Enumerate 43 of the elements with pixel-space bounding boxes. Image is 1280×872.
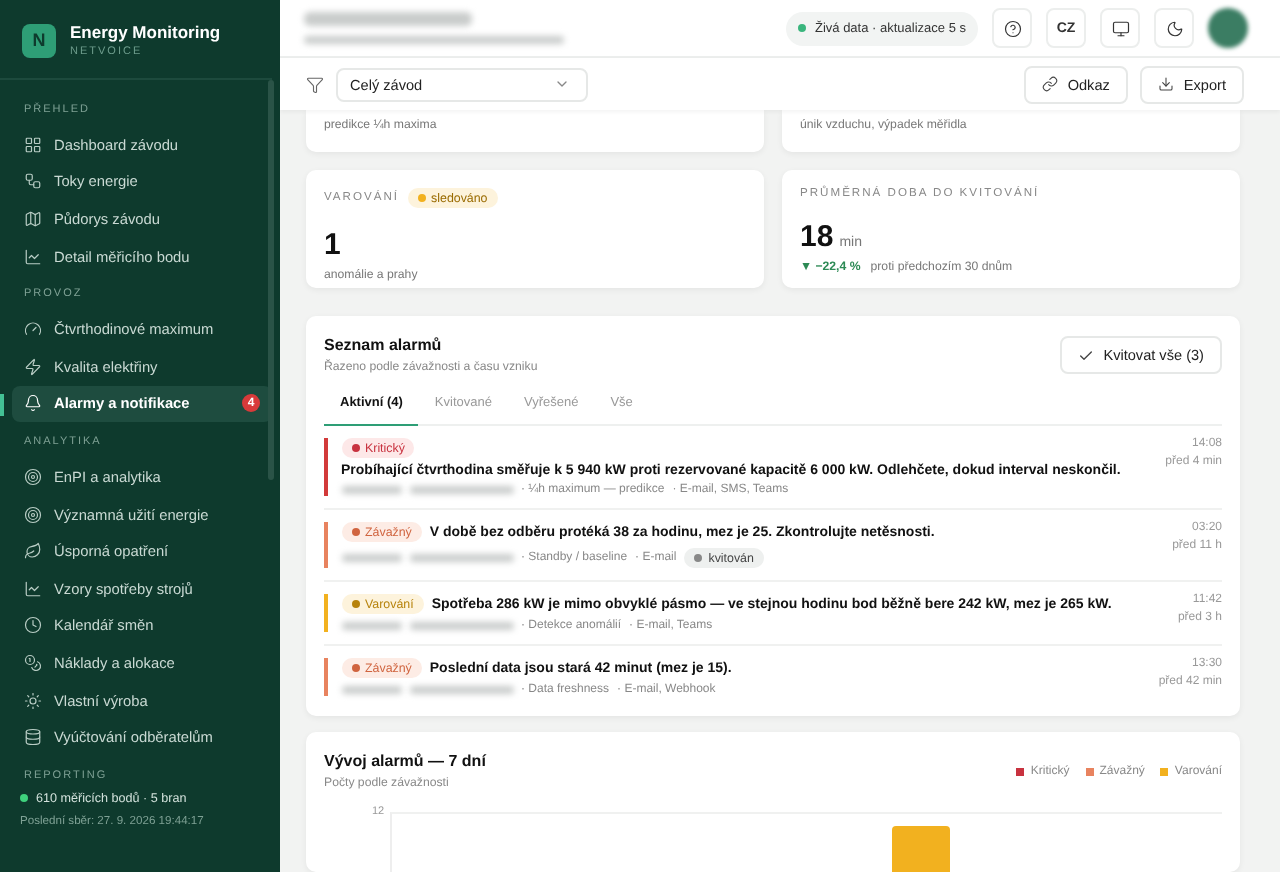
moon-icon bbox=[1165, 19, 1183, 38]
leaf-icon bbox=[24, 542, 42, 561]
target-icon bbox=[24, 505, 42, 524]
check-icon bbox=[1077, 347, 1094, 363]
blurred-text bbox=[409, 554, 513, 562]
card-title: Seznam alarmů bbox=[324, 336, 444, 354]
flow-icon bbox=[24, 172, 42, 191]
download-icon bbox=[1157, 76, 1174, 93]
blurred-text bbox=[409, 686, 513, 694]
link-icon bbox=[1041, 76, 1058, 93]
coins-icon bbox=[24, 653, 42, 672]
kpi-value: 1 bbox=[324, 228, 341, 262]
blurred-text bbox=[409, 622, 513, 630]
app-title: Energy Monitoring bbox=[70, 22, 221, 42]
gauge-icon bbox=[24, 320, 42, 339]
target-icon bbox=[24, 467, 42, 486]
line-chart-icon bbox=[24, 579, 42, 598]
blurred-text bbox=[341, 554, 401, 562]
map-icon bbox=[24, 209, 42, 228]
bell-icon bbox=[24, 394, 42, 413]
blurred-text bbox=[341, 622, 401, 630]
kpi-value: 18 bbox=[800, 220, 834, 254]
dark-mode-button[interactable] bbox=[1154, 8, 1194, 49]
blurred-text bbox=[341, 686, 401, 694]
help-button[interactable] bbox=[992, 8, 1032, 49]
grid-icon bbox=[24, 135, 42, 154]
sun-icon bbox=[24, 691, 42, 710]
chart-bar bbox=[892, 826, 951, 872]
help-icon bbox=[1003, 19, 1021, 38]
blurred-text bbox=[341, 486, 401, 494]
database-icon bbox=[24, 728, 42, 747]
clock-icon bbox=[24, 616, 42, 635]
avatar[interactable] bbox=[1208, 8, 1248, 49]
monitor-icon bbox=[1111, 19, 1129, 38]
card-title: Vývoj alarmů — 7 dní bbox=[324, 752, 486, 770]
status-dot bbox=[20, 794, 28, 803]
monitor-button[interactable] bbox=[1100, 8, 1140, 49]
lightning-icon bbox=[24, 357, 42, 376]
blurred-text bbox=[409, 486, 513, 494]
logo: N bbox=[22, 23, 56, 57]
filter-icon bbox=[306, 75, 324, 94]
line-chart-icon bbox=[24, 247, 42, 266]
active-indicator bbox=[0, 393, 4, 416]
